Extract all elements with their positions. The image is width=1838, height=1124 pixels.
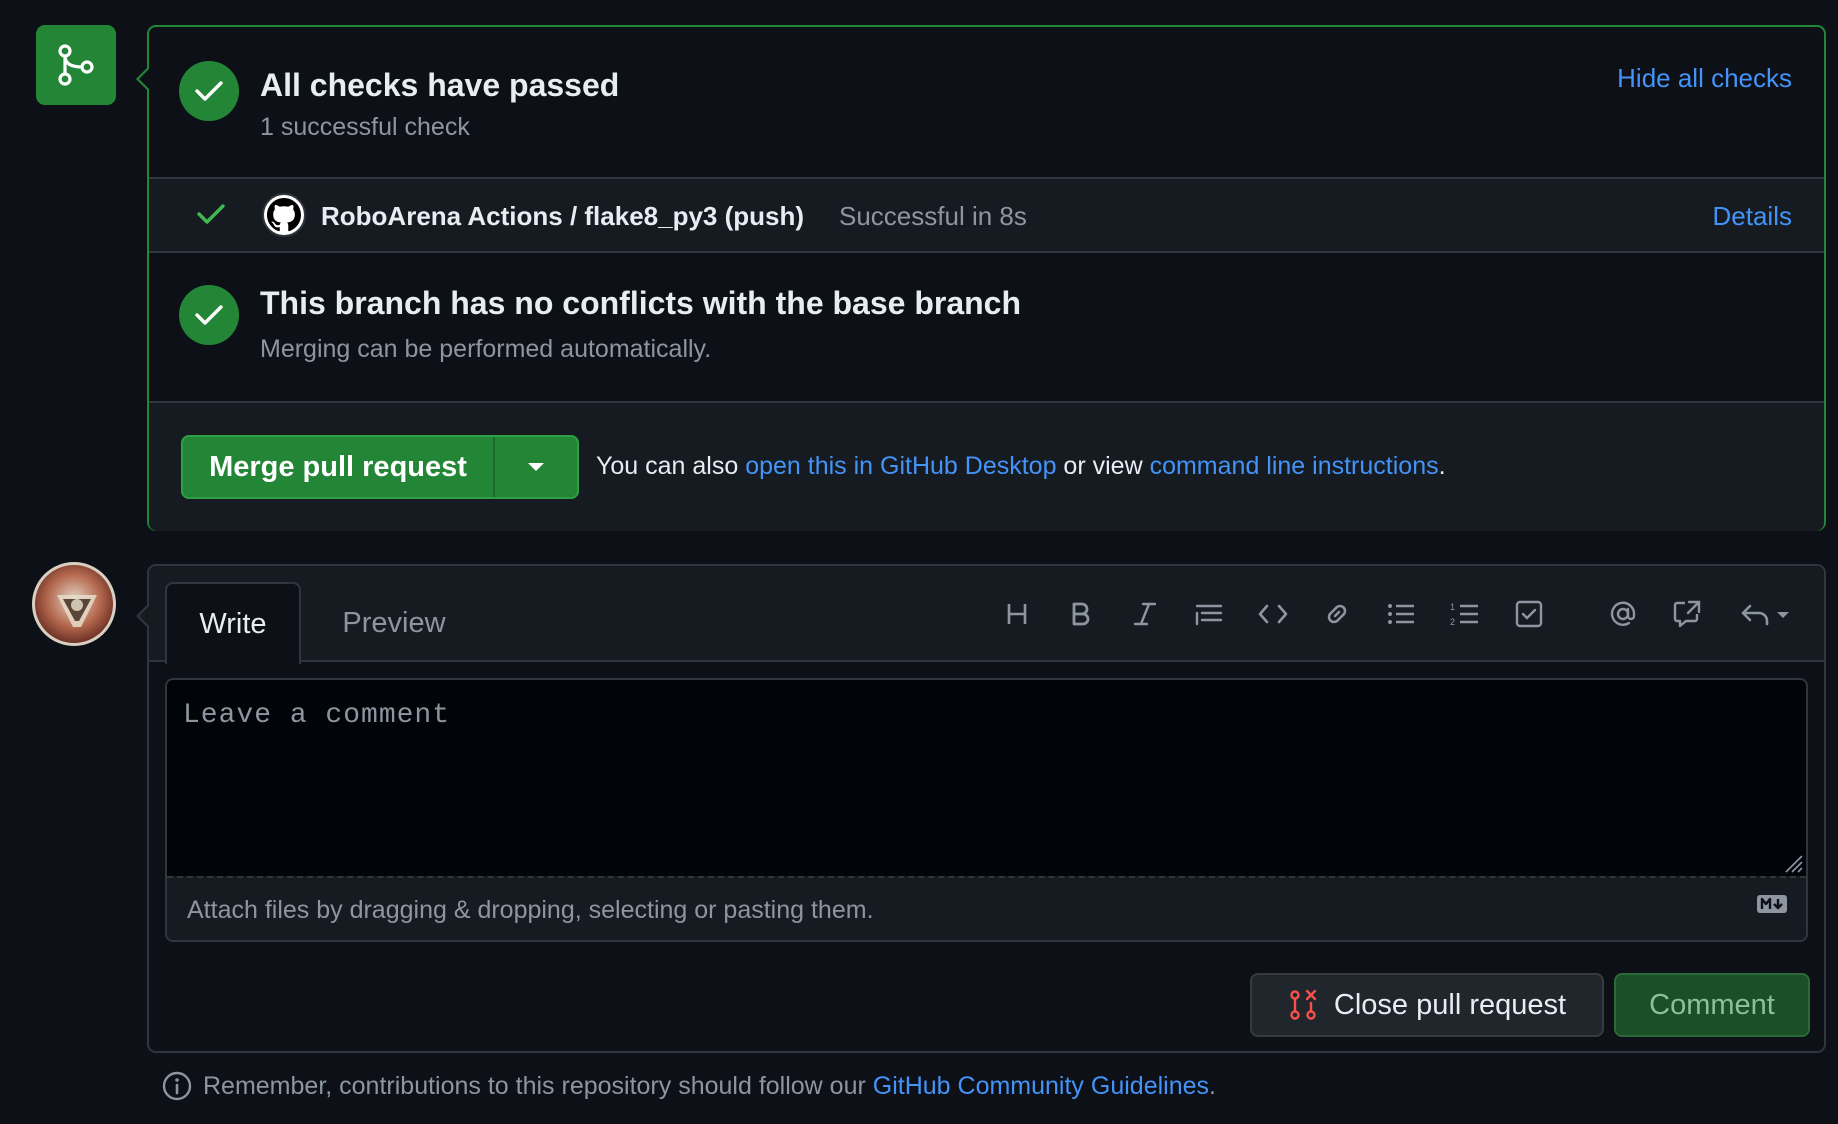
saved-replies-icon[interactable] [1737, 592, 1793, 636]
no-conflicts-icon [179, 285, 239, 345]
numbered-list-icon[interactable]: 12 [1443, 592, 1487, 636]
attach-files-text: Attach files by dragging & dropping, sel… [187, 895, 874, 924]
check-run-row: RoboArena Actions / flake8_py3 (push) Su… [149, 177, 1824, 253]
comment-box: Write Preview 12 Leave a comment Attach … [136, 564, 1826, 1053]
bulleted-list-icon[interactable] [1379, 592, 1423, 636]
check-run-name: RoboArena Actions / flake8_py3 (push) [321, 201, 805, 231]
editor-header: Write Preview 12 [149, 566, 1824, 664]
contribution-note: Remember, contributions to this reposito… [161, 1070, 1216, 1102]
merge-hint: You can also open this in GitHub Desktop… [596, 452, 1446, 480]
task-list-icon[interactable] [1507, 592, 1551, 636]
reference-icon[interactable] [1665, 592, 1709, 636]
checks-summary: All checks have passed 1 successful chec… [149, 27, 1824, 177]
svg-text:1: 1 [1450, 602, 1455, 612]
hide-all-checks-link[interactable]: Hide all checks [1617, 63, 1792, 94]
quote-icon[interactable] [1187, 592, 1231, 636]
comment-editor: Attach files by dragging & dropping, sel… [165, 678, 1808, 942]
resize-handle[interactable] [1782, 852, 1804, 879]
git-merge-icon [36, 25, 116, 105]
italic-icon[interactable] [1123, 592, 1167, 636]
close-pull-request-button[interactable]: Close pull request [1250, 973, 1604, 1037]
heading-icon[interactable] [995, 592, 1039, 636]
conflicts-subtitle: Merging can be performed automatically. [260, 335, 712, 363]
tab-write[interactable]: Write [165, 582, 301, 664]
check-icon [196, 201, 226, 232]
conflicts-status: This branch has no conflicts with the ba… [149, 253, 1824, 403]
conflicts-title: This branch has no conflicts with the ba… [260, 285, 1022, 321]
comment-button[interactable]: Comment [1614, 973, 1810, 1037]
merge-button-group: Merge pull request [181, 435, 579, 499]
check-details-link[interactable]: Details [1713, 201, 1792, 232]
community-guidelines-link[interactable]: GitHub Community Guidelines [873, 1072, 1209, 1100]
checks-passed-icon [179, 61, 239, 121]
check-run-status: Successful in 8s [839, 201, 1027, 231]
checks-subtitle: 1 successful check [260, 113, 470, 141]
link-icon[interactable] [1315, 592, 1359, 636]
tab-preview[interactable]: Preview [319, 582, 469, 664]
bold-icon[interactable] [1059, 592, 1103, 636]
markdown-icon[interactable] [1756, 894, 1788, 919]
attach-files-area[interactable]: Attach files by dragging & dropping, sel… [167, 876, 1806, 940]
checks-title: All checks have passed [260, 67, 620, 103]
mention-icon[interactable] [1601, 592, 1645, 636]
merge-options-dropdown[interactable] [495, 437, 577, 497]
merge-pull-request-button[interactable]: Merge pull request [183, 437, 495, 497]
merge-box: All checks have passed 1 successful chec… [136, 25, 1826, 531]
triangle-down-icon [528, 463, 544, 471]
close-pull-request-label: Close pull request [1333, 988, 1567, 1021]
comment-textarea[interactable] [167, 680, 1806, 876]
info-icon [162, 1071, 192, 1101]
github-logo-icon [262, 193, 306, 237]
git-pull-request-closed-icon [1290, 989, 1317, 1020]
merge-actions: Merge pull request You can also open thi… [149, 403, 1824, 531]
command-line-instructions-link[interactable]: command line instructions [1150, 452, 1439, 480]
svg-text:2: 2 [1450, 617, 1455, 627]
open-in-desktop-link[interactable]: open this in GitHub Desktop [745, 452, 1056, 480]
avatar[interactable] [32, 562, 116, 646]
code-icon[interactable] [1251, 592, 1295, 636]
